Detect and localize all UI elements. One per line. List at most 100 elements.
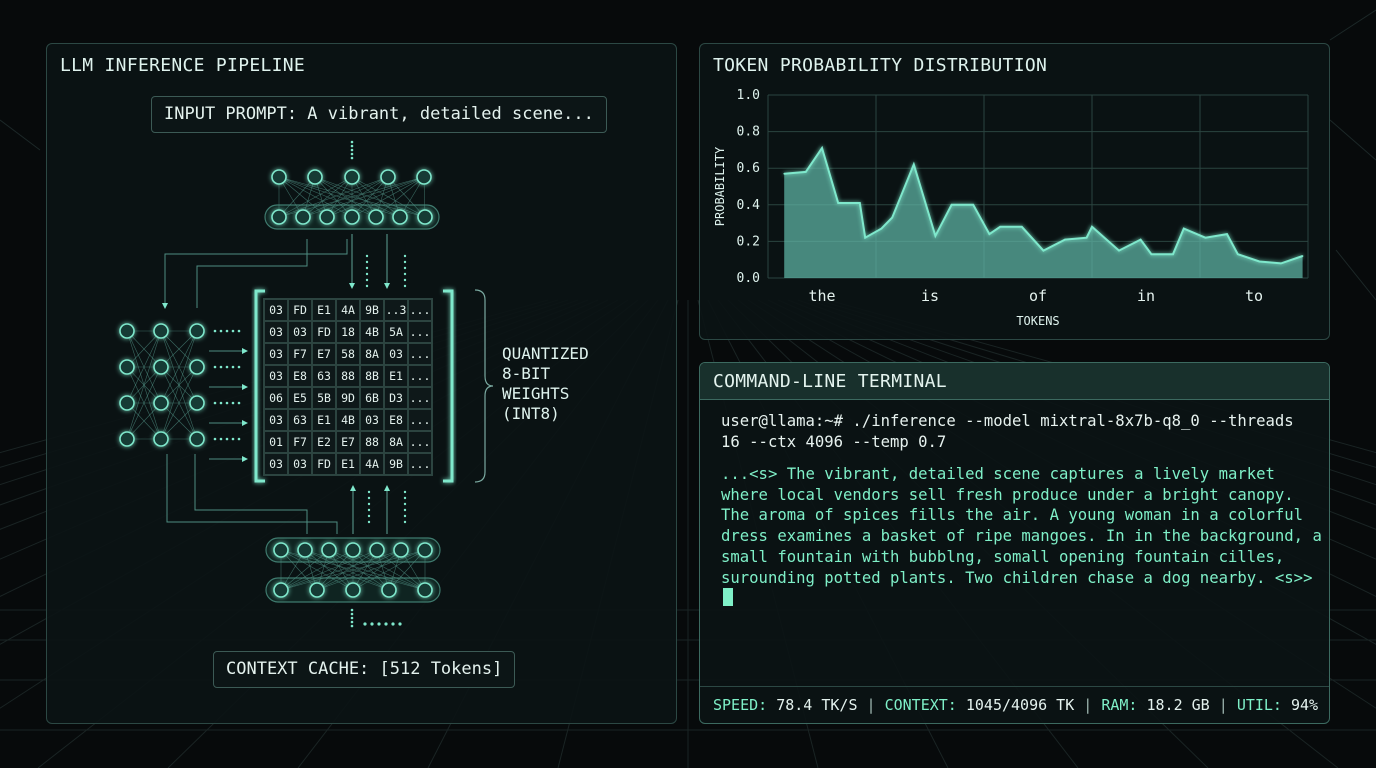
dot — [350, 152, 354, 156]
status-separator: | — [1218, 696, 1228, 714]
neuron-node — [189, 359, 205, 375]
label-bracket — [474, 289, 494, 483]
status-separator: | — [1083, 696, 1093, 714]
inference-pipeline-panel: LLM INFERENCE PIPELINE INPUT PROMPT: A v… — [46, 43, 677, 724]
context-cache-box: CONTEXT CACHE: [512 Tokens] — [213, 651, 516, 688]
data-point — [1118, 249, 1120, 252]
terminal-panel[interactable]: COMMAND-LINE TERMINAL user@llama:~# ./in… — [699, 362, 1330, 724]
weight-cell: ... — [408, 321, 432, 343]
data-point — [837, 202, 839, 204]
weight-cell: 03 — [264, 299, 288, 321]
quantized-label-line: QUANTIZED — [502, 344, 589, 363]
weight-cell: ..3 — [384, 299, 408, 321]
weight-cell: FD — [312, 453, 336, 475]
dot — [237, 437, 241, 441]
dot — [363, 622, 367, 626]
terminal-command: user@llama:~# ./inference --model mixtra… — [721, 412, 1304, 451]
weight-cell: 4B — [336, 409, 360, 431]
dot — [365, 260, 369, 264]
data-point — [864, 236, 866, 239]
terminal-cursor[interactable] — [723, 588, 733, 607]
data-point — [880, 227, 883, 230]
neuron-node — [271, 169, 287, 185]
weight-cell: D3 — [384, 387, 408, 409]
data-point — [783, 172, 785, 175]
data-point — [859, 202, 861, 204]
ram-label: RAM: — [1101, 696, 1138, 714]
weight-cell: 8A — [384, 431, 408, 453]
data-point — [1139, 238, 1142, 241]
quantized-label-line: WEIGHTS — [502, 384, 570, 403]
neuron-node — [189, 395, 205, 411]
weight-cell: E5 — [288, 387, 312, 409]
weight-cell: ... — [408, 365, 432, 387]
dot — [219, 365, 223, 369]
data-point — [950, 204, 953, 206]
neuron-node — [345, 542, 361, 558]
dot — [365, 254, 369, 258]
weight-cell: 8B — [360, 365, 384, 387]
dot — [403, 284, 407, 288]
neuron-node — [417, 582, 433, 598]
dot — [384, 622, 388, 626]
weight-cell: 18 — [336, 321, 360, 343]
dot — [365, 272, 369, 276]
neuron-node — [119, 323, 135, 339]
weight-cell: 6B — [360, 387, 384, 409]
dot — [403, 514, 407, 518]
util-label: UTIL: — [1236, 696, 1282, 714]
neuron-node — [381, 582, 397, 598]
dot — [350, 144, 354, 148]
context-label: CONTEXT: — [884, 696, 957, 714]
weight-cell: ... — [408, 453, 432, 475]
neuron-node — [344, 169, 360, 185]
weight-cell: 03 — [264, 365, 288, 387]
neuron-node — [153, 323, 169, 339]
token-probability-panel: TOKEN PROBABILITY DISTRIBUTION 1.0 0.8 0.6… — [699, 43, 1330, 340]
status-bar: SPEED: 78.4 TK/S | CONTEXT: 1045/4096 TK… — [700, 686, 1329, 725]
neuron-node — [319, 209, 335, 225]
data-point — [805, 171, 807, 173]
data-point — [913, 163, 915, 166]
weight-cell: 88 — [336, 365, 360, 387]
input-prompt-box: INPUT PROMPT: A vibrant, detailed scene.… — [151, 96, 607, 133]
dot — [225, 437, 229, 441]
weight-cell: E7 — [336, 431, 360, 453]
dot — [231, 437, 235, 441]
data-point — [1301, 255, 1304, 257]
weight-cell: 88 — [360, 431, 384, 453]
data-point — [1183, 227, 1185, 230]
data-point — [1064, 238, 1066, 241]
dot — [213, 329, 217, 333]
y-tick-label: 0.0 — [737, 271, 760, 286]
dot — [219, 329, 223, 333]
x-tick-label: the — [808, 287, 835, 305]
dot — [225, 365, 229, 369]
dot — [403, 254, 407, 258]
terminal-title: COMMAND-LINE TERMINAL — [713, 371, 947, 392]
dot — [365, 284, 369, 288]
weight-cell: 58 — [336, 343, 360, 365]
neuron-node — [119, 359, 135, 375]
neuron-node — [321, 542, 337, 558]
status-line: SPEED: 78.4 TK/S | CONTEXT: 1045/4096 TK… — [713, 696, 1318, 714]
neuron-node — [295, 209, 311, 225]
weight-cell: F7 — [288, 431, 312, 453]
data-point — [1280, 262, 1282, 265]
dot — [219, 437, 223, 441]
dot — [365, 278, 369, 282]
grid-line — [0, 119, 41, 151]
y-tick-label: 0.6 — [737, 161, 760, 176]
neuron-node — [271, 209, 287, 225]
weight-cell: 03 — [384, 343, 408, 365]
data-point — [1237, 253, 1239, 256]
weight-cell: 4B — [360, 321, 384, 343]
x-tick-label: to — [1245, 287, 1263, 305]
neuron-node — [153, 359, 169, 375]
neuron-node — [307, 169, 323, 185]
weight-cell: 03 — [264, 409, 288, 431]
neuron-node — [417, 209, 433, 225]
probability-chart: 1.0 0.8 0.6 0.4 0.2 0.0 the is of in to TOKENS PROBA… — [713, 88, 1309, 328]
dot — [403, 260, 407, 264]
weight-cell: 03 — [264, 453, 288, 475]
